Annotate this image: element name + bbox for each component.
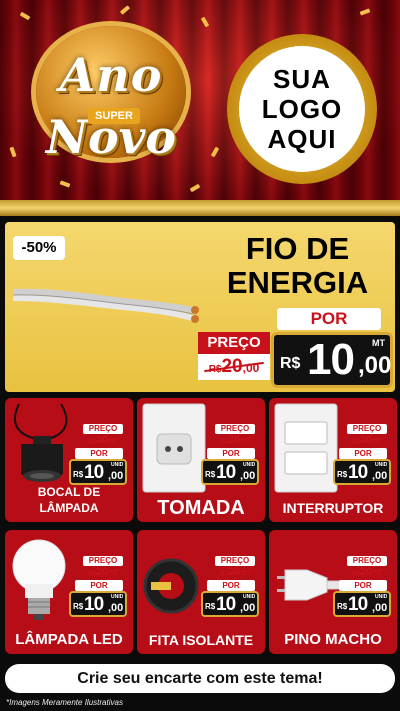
- card-old-price: R$20,00: [347, 434, 387, 448]
- featured-preco-label: PREÇO: [198, 332, 270, 354]
- card-price: R$ 10 ,00 UNID: [333, 591, 391, 617]
- card-por-label: POR: [75, 448, 123, 459]
- price-unit: MT: [372, 338, 385, 348]
- featured-title-line-1: FIO DE: [245, 231, 350, 266]
- featured-price: R$ 10 ,00 MT: [271, 332, 393, 388]
- card-product-name: PINO MACHO: [284, 631, 382, 648]
- card-por-label: POR: [75, 580, 123, 591]
- product-card: PREÇO R$20,00 POR R$ 10 ,00 UNID LÂMPADA…: [5, 530, 133, 654]
- logo-line-1: SUA: [273, 64, 331, 94]
- logo-placeholder: SUA LOGO AQUI: [227, 34, 377, 184]
- card-preco-label: PREÇO: [215, 424, 255, 434]
- price-int: 10: [348, 594, 368, 615]
- price-cents: ,00: [372, 470, 388, 482]
- badge-ano-text: Ano: [59, 48, 163, 102]
- price-currency: R$: [280, 355, 301, 372]
- confetti: [359, 8, 371, 16]
- light-switch-icon: [273, 402, 339, 494]
- price-cents: ,00: [240, 602, 256, 614]
- featured-product: -50% FIO DE ENERGIA POR PREÇO R$20,00 R$…: [5, 222, 395, 392]
- price-cents: ,00: [108, 470, 124, 482]
- price-currency: R$: [337, 470, 348, 479]
- price-unit: UNID: [243, 462, 256, 468]
- card-product-name: BOCAL DE LÂMPADA: [37, 485, 101, 515]
- insulating-tape-icon: [141, 556, 201, 616]
- card-product-name: INTERRUPTOR: [282, 500, 384, 516]
- logo-line-3: AQUI: [267, 124, 337, 154]
- price-unit: UNID: [375, 594, 388, 600]
- card-preco-label: PREÇO: [347, 556, 387, 566]
- featured-old-price: R$20,00: [198, 354, 270, 380]
- card-preco-label: PREÇO: [347, 424, 387, 434]
- price-int: 10: [307, 335, 355, 384]
- card-old-price: R$20,00: [83, 566, 123, 580]
- disclaimer: *Imagens Meramente Ilustrativas: [6, 698, 123, 707]
- card-price: R$ 10 ,00 UNID: [201, 459, 259, 485]
- price-currency: R$: [73, 470, 84, 479]
- price-currency: R$: [205, 470, 216, 479]
- card-por-label: POR: [207, 448, 255, 459]
- featured-title-line-2: ENERGIA: [226, 265, 369, 300]
- confetti: [210, 146, 220, 158]
- card-price: R$ 10 ,00 UNID: [333, 459, 391, 485]
- cta-banner[interactable]: Crie seu encarte com este tema!: [5, 664, 395, 693]
- price-currency: R$: [337, 602, 348, 611]
- card-old-price: R$20,00: [215, 434, 255, 448]
- card-price: R$ 10 ,00 UNID: [69, 459, 127, 485]
- card-preco-label: PREÇO: [83, 424, 123, 434]
- price-cents: ,00: [108, 602, 124, 614]
- price-currency: R$: [205, 602, 216, 611]
- price-int: 10: [84, 462, 104, 483]
- confetti: [200, 16, 210, 28]
- price-currency: R$: [73, 602, 84, 611]
- card-old-price: R$20,00: [83, 434, 123, 448]
- power-outlet-icon: [141, 402, 207, 494]
- price-cents: ,00: [240, 470, 256, 482]
- card-por-label: POR: [339, 580, 387, 591]
- confetti: [9, 146, 17, 158]
- gold-divider: [0, 200, 400, 216]
- product-card: PREÇO R$20,00 POR R$ 10 ,00 UNID BOCAL D…: [5, 398, 133, 522]
- featured-por-label: POR: [277, 308, 381, 330]
- confetti: [189, 183, 201, 193]
- card-price: R$ 10 ,00 UNID: [201, 591, 259, 617]
- card-product-name: TOMADA: [157, 497, 245, 519]
- product-card: PREÇO R$20,00 POR R$ 10 ,00 UNID TOMADA: [137, 398, 265, 522]
- lamp-socket-icon: [9, 403, 75, 494]
- product-card: PREÇO R$20,00 POR R$ 10 ,00 UNID FITA IS…: [137, 530, 265, 654]
- ano-novo-badge: Ano SUPER Novo: [22, 18, 200, 168]
- header-banner: Ano SUPER Novo SUA LOGO AQUI: [0, 0, 400, 200]
- product-card: PREÇO R$20,00 POR R$ 10 ,00 UNID INTERRU…: [269, 398, 397, 522]
- card-product-name: FITA ISOLANTE: [148, 632, 254, 648]
- card-preco-label: PREÇO: [215, 556, 255, 566]
- price-unit: UNID: [111, 594, 124, 600]
- electric-wire-icon: [13, 288, 199, 323]
- featured-title: FIO DE ENERGIA: [210, 232, 385, 300]
- price-int: 10: [84, 594, 104, 615]
- card-old-price: R$20,00: [347, 566, 387, 580]
- discount-badge: -50%: [13, 236, 65, 260]
- card-por-label: POR: [339, 448, 387, 459]
- badge-super-ribbon: SUPER: [88, 108, 140, 124]
- price-int: 10: [216, 594, 236, 615]
- flyer-page: Ano SUPER Novo SUA LOGO AQUI -50% FIO DE…: [0, 0, 400, 711]
- logo-inner: SUA LOGO AQUI: [239, 46, 365, 172]
- price-int: 10: [348, 462, 368, 483]
- confetti: [59, 180, 71, 188]
- card-price: R$ 10 ,00 UNID: [69, 591, 127, 617]
- card-product-name: LÂMPADA LED: [15, 631, 123, 648]
- product-card: PREÇO R$20,00 POR R$ 10 ,00 UNID PINO MA…: [269, 530, 397, 654]
- logo-line-2: LOGO: [261, 94, 343, 124]
- card-preco-label: PREÇO: [83, 556, 123, 566]
- price-unit: UNID: [111, 462, 124, 468]
- led-bulb-icon: [9, 536, 75, 626]
- card-old-price: R$20,00: [215, 566, 255, 580]
- price-int: 10: [216, 462, 236, 483]
- price-unit: UNID: [243, 594, 256, 600]
- price-cents: ,00: [358, 352, 392, 379]
- confetti: [119, 5, 131, 15]
- price-cents: ,00: [372, 602, 388, 614]
- card-por-label: POR: [207, 580, 255, 591]
- price-unit: UNID: [375, 462, 388, 468]
